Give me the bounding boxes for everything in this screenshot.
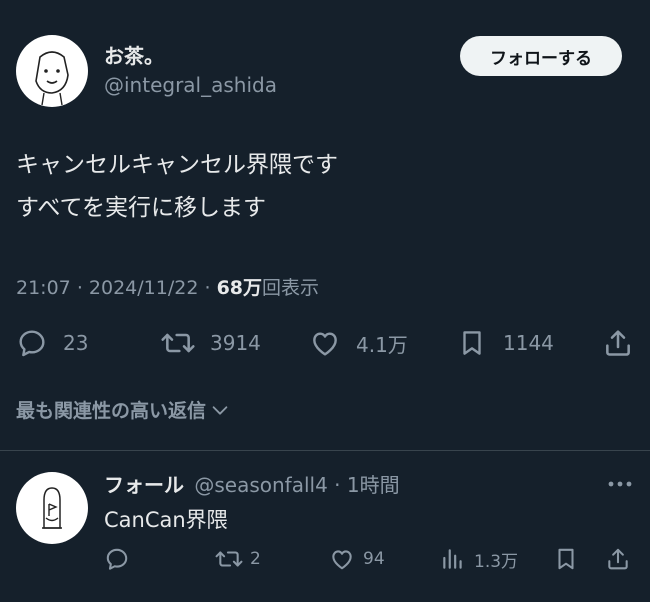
- bookmark-count: 1144: [503, 331, 554, 355]
- reply-action[interactable]: 23: [16, 326, 88, 360]
- reply-icon: [19, 330, 45, 357]
- reply-avatar[interactable]: [16, 472, 88, 544]
- reply-icon: [106, 548, 128, 570]
- avatar-figure-icon: [42, 487, 62, 529]
- tweet-date[interactable]: 2024/11/22: [89, 277, 199, 299]
- bookmark-icon: [558, 548, 574, 570]
- more-icon: [608, 481, 632, 487]
- retweet-icon: [215, 551, 243, 567]
- replies-sort-label: 最も関連性の高い返信: [16, 400, 207, 422]
- views-label: 回表示: [262, 277, 320, 299]
- avatar[interactable]: [16, 35, 88, 107]
- like-icon: [313, 332, 337, 356]
- like-action[interactable]: 4.1万: [309, 326, 408, 360]
- tweet-meta: 21:07 · 2024/11/22 · 68万回表示: [16, 273, 319, 300]
- reply-reply-action[interactable]: [104, 545, 138, 573]
- bookmark-icon: [463, 331, 481, 355]
- follow-button[interactable]: フォローする: [460, 36, 622, 76]
- share-action[interactable]: [602, 326, 634, 360]
- views-count[interactable]: 68万: [217, 277, 262, 299]
- display-name[interactable]: お茶。: [104, 40, 164, 69]
- meta-separator: ·: [76, 277, 83, 299]
- reply-retweet-count: 2: [250, 549, 261, 569]
- reply-handle[interactable]: @seasonfall4: [194, 473, 327, 497]
- user-handle[interactable]: @integral_ashida: [104, 73, 277, 97]
- retweet-count: 3914: [210, 331, 261, 355]
- reply-share-action[interactable]: [605, 545, 631, 573]
- reply-header: フォール @seasonfall4 · 1時間: [104, 469, 400, 498]
- reply-bookmark-action[interactable]: [553, 545, 579, 573]
- reply-display-name[interactable]: フォール: [104, 473, 184, 497]
- share-icon: [606, 330, 630, 356]
- chevron-down-icon: [212, 405, 228, 415]
- divider: [0, 450, 650, 451]
- reply-text: CanCan界隈: [104, 508, 228, 532]
- views-icon: [443, 549, 462, 569]
- avatar-face-icon: [35, 51, 69, 106]
- retweet-action[interactable]: 3914: [160, 326, 261, 360]
- tweet-text-line-1: キャンセルキャンセル界隈です: [16, 152, 338, 178]
- reply-retweet-action[interactable]: 2: [214, 545, 261, 573]
- tweet-time[interactable]: 21:07: [16, 277, 71, 299]
- reply-like-count: 94: [363, 549, 385, 569]
- tweet-text-line-2: すべてを実行に移します: [16, 195, 267, 221]
- reply-count: 23: [63, 331, 89, 355]
- reply-like-action[interactable]: 94: [329, 545, 385, 573]
- reply-time[interactable]: 1時間: [347, 473, 400, 497]
- retweet-icon: [161, 333, 195, 353]
- bookmark-action[interactable]: 1144: [457, 326, 554, 360]
- like-count: 4.1万: [356, 332, 408, 357]
- replies-sort-dropdown[interactable]: 最も関連性の高い返信: [16, 396, 231, 423]
- reply-views-action[interactable]: 1.3万: [440, 545, 518, 573]
- reply-views-count: 1.3万: [474, 551, 519, 572]
- like-icon: [332, 550, 352, 570]
- more-options-button[interactable]: [607, 476, 633, 495]
- share-icon: [608, 548, 628, 570]
- meta-separator: ·: [204, 277, 211, 299]
- reply-separator: ·: [334, 473, 341, 497]
